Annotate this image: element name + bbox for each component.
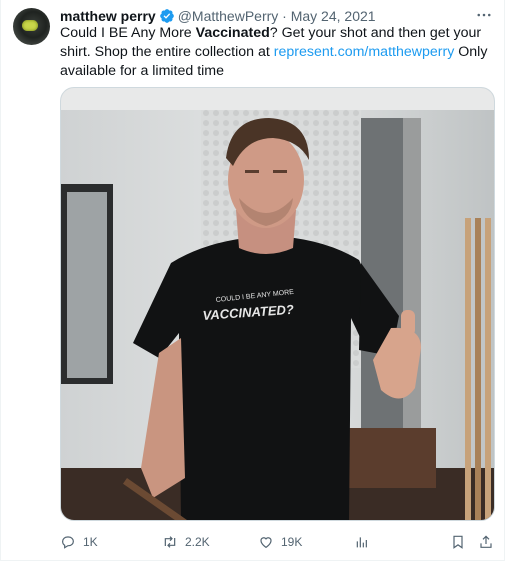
reply-count: 1K [83, 535, 98, 549]
tweet-text: Could I BE Any More Vaccinated? Get your… [60, 24, 500, 80]
handle-and-date[interactable]: @MatthewPerry · May 24, 2021 [178, 8, 376, 24]
photo-illustration: COULD I BE ANY MORE VACCINATED? [61, 88, 494, 520]
share-icon [480, 535, 492, 548]
author-name[interactable]: matthew perry [60, 8, 156, 24]
views-icon [356, 537, 367, 548]
tweet-media-photo[interactable]: COULD I BE ANY MORE VACCINATED? [60, 87, 495, 521]
retweet-count: 2.2K [185, 535, 210, 549]
reply-button[interactable]: 1K [60, 532, 98, 552]
tweet-card[interactable]: matthew perry @MatthewPerry · May 24, 20… [0, 0, 505, 561]
bookmark-icon [453, 535, 463, 549]
tweet-text-part1: Could I BE Any More [60, 25, 196, 41]
like-icon [260, 537, 272, 549]
views-button[interactable] [354, 532, 370, 552]
tweet-link[interactable]: represent.com/matthewperry [274, 44, 455, 60]
retweet-button[interactable]: 2.2K [162, 532, 210, 552]
bookmark-button[interactable] [450, 532, 466, 552]
verified-badge-icon [159, 9, 174, 23]
tweet-actions: 1K 2.2K 19K [60, 530, 500, 554]
more-options-icon[interactable] [474, 6, 494, 24]
avatar-image [22, 20, 38, 31]
like-count: 19K [281, 535, 303, 549]
share-button[interactable] [478, 532, 494, 552]
like-button[interactable]: 19K [258, 532, 302, 552]
avatar[interactable] [13, 8, 50, 45]
tweet-text-bold: Vaccinated [195, 25, 270, 41]
tweet-header: matthew perry @MatthewPerry · May 24, 20… [60, 6, 376, 26]
retweet-icon [164, 536, 176, 548]
reply-icon [62, 536, 74, 549]
